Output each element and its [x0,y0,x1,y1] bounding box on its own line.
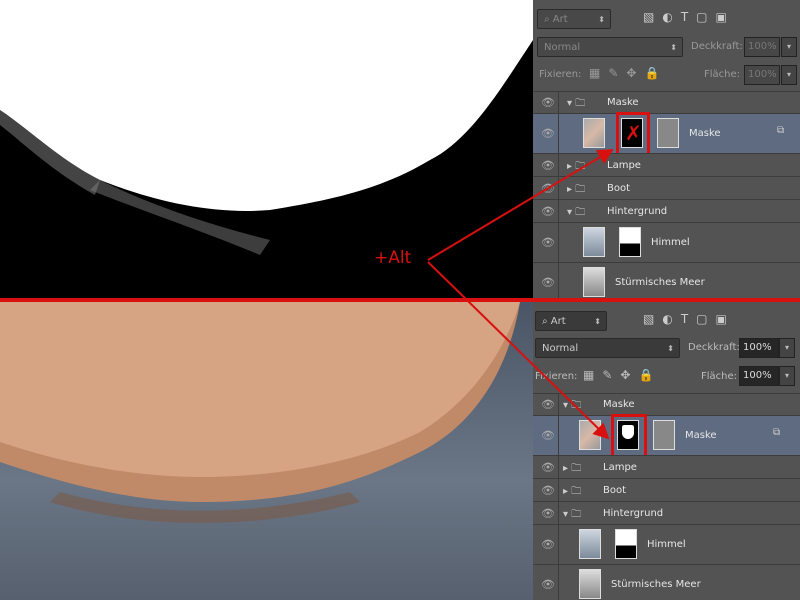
alt-key-annotation: +Alt [374,248,412,268]
arrow-to-bottom-mask [427,261,610,440]
arrow-to-top-mask [427,148,614,261]
annotation-arrows [427,148,614,440]
